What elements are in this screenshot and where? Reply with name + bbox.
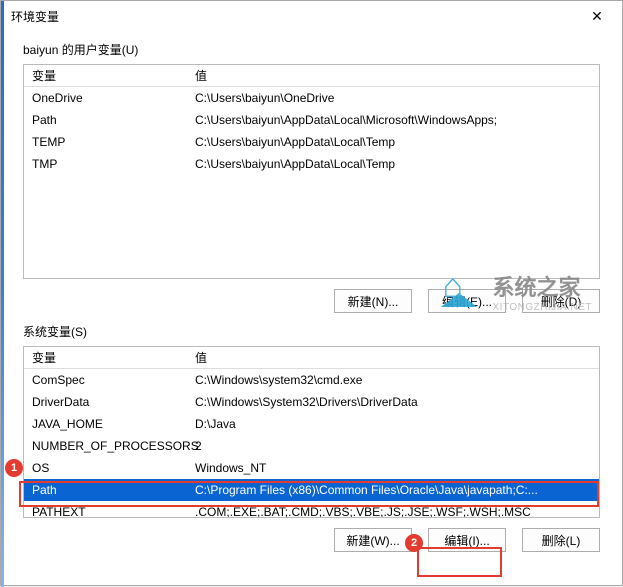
cell-val: 2 xyxy=(189,439,599,453)
sys-new-button[interactable]: 新建(W)... xyxy=(334,528,412,552)
sys-edit-button[interactable]: 编辑(I)... xyxy=(428,528,506,552)
table-row-selected[interactable]: Path C:\Program Files (x86)\Common Files… xyxy=(24,479,599,501)
table-header: 变量 值 xyxy=(24,65,599,87)
cell-val: D:\Java xyxy=(189,417,599,431)
table-row[interactable]: OS Windows_NT xyxy=(24,457,599,479)
cell-var: ComSpec xyxy=(24,373,189,387)
sys-vars-table[interactable]: 变量 值 ComSpec C:\Windows\system32\cmd.exe… xyxy=(23,346,600,518)
annotation-marker-1: 1 xyxy=(5,459,23,477)
cell-val: C:\Program Files (x86)\Common Files\Orac… xyxy=(189,483,599,497)
titlebar: 环境变量 ✕ xyxy=(1,1,622,31)
cell-val: C:\Windows\System32\Drivers\DriverData xyxy=(189,395,599,409)
cell-var: JAVA_HOME xyxy=(24,417,189,431)
user-vars-table[interactable]: 变量 值 OneDrive C:\Users\baiyun\OneDrive P… xyxy=(23,64,600,279)
table-row[interactable]: TMP C:\Users\baiyun\AppData\Local\Temp xyxy=(24,153,599,175)
table-row[interactable]: DriverData C:\Windows\System32\Drivers\D… xyxy=(24,391,599,413)
cell-var: Path xyxy=(24,113,189,127)
cell-val: C:\Users\baiyun\AppData\Local\Microsoft\… xyxy=(189,113,599,127)
cell-var: OneDrive xyxy=(24,91,189,105)
close-icon: ✕ xyxy=(591,8,603,25)
cell-var: TEMP xyxy=(24,135,189,149)
cell-var: DriverData xyxy=(24,395,189,409)
env-vars-dialog: 环境变量 ✕ baiyun 的用户变量(U) 变量 值 OneDrive C:\… xyxy=(0,0,623,586)
window-title: 环境变量 xyxy=(11,8,59,25)
table-row[interactable]: ComSpec C:\Windows\system32\cmd.exe xyxy=(24,369,599,391)
user-new-button[interactable]: 新建(N)... xyxy=(334,289,412,313)
col-header-value[interactable]: 值 xyxy=(189,67,599,84)
col-header-variable[interactable]: 变量 xyxy=(24,349,189,366)
user-delete-button[interactable]: 删除(D) xyxy=(522,289,600,313)
cell-var: Path xyxy=(24,483,189,497)
col-header-variable[interactable]: 变量 xyxy=(24,67,189,84)
table-row[interactable]: JAVA_HOME D:\Java xyxy=(24,413,599,435)
cell-val: C:\Windows\system32\cmd.exe xyxy=(189,373,599,387)
cell-var: PATHEXT xyxy=(24,505,189,518)
table-row[interactable]: PATHEXT .COM;.EXE;.BAT;.CMD;.VBS;.VBE;.J… xyxy=(24,501,599,518)
cell-val: .COM;.EXE;.BAT;.CMD;.VBS;.VBE;.JS;.JSE;.… xyxy=(189,505,599,518)
cell-var: NUMBER_OF_PROCESSORS xyxy=(24,439,189,453)
user-vars-label: baiyun 的用户变量(U) xyxy=(23,41,622,58)
cell-val: C:\Users\baiyun\OneDrive xyxy=(189,91,599,105)
sys-delete-button[interactable]: 删除(L) xyxy=(522,528,600,552)
annotation-marker-2: 2 xyxy=(405,534,423,552)
cell-val: Windows_NT xyxy=(189,461,599,475)
sys-buttons: 新建(W)... 编辑(I)... 删除(L) xyxy=(23,528,600,552)
user-buttons: 新建(N)... 编辑(E)... 删除(D) xyxy=(23,289,600,313)
table-row[interactable]: TEMP C:\Users\baiyun\AppData\Local\Temp xyxy=(24,131,599,153)
table-row[interactable]: Path C:\Users\baiyun\AppData\Local\Micro… xyxy=(24,109,599,131)
cell-val: C:\Users\baiyun\AppData\Local\Temp xyxy=(189,157,599,171)
user-edit-button[interactable]: 编辑(E)... xyxy=(428,289,506,313)
close-button[interactable]: ✕ xyxy=(582,4,612,28)
cell-var: OS xyxy=(24,461,189,475)
table-header: 变量 值 xyxy=(24,347,599,369)
cell-val: C:\Users\baiyun\AppData\Local\Temp xyxy=(189,135,599,149)
col-header-value[interactable]: 值 xyxy=(189,349,599,366)
table-row[interactable]: NUMBER_OF_PROCESSORS 2 xyxy=(24,435,599,457)
sys-vars-label: 系统变量(S) xyxy=(23,323,622,340)
cell-var: TMP xyxy=(24,157,189,171)
table-row[interactable]: OneDrive C:\Users\baiyun\OneDrive xyxy=(24,87,599,109)
